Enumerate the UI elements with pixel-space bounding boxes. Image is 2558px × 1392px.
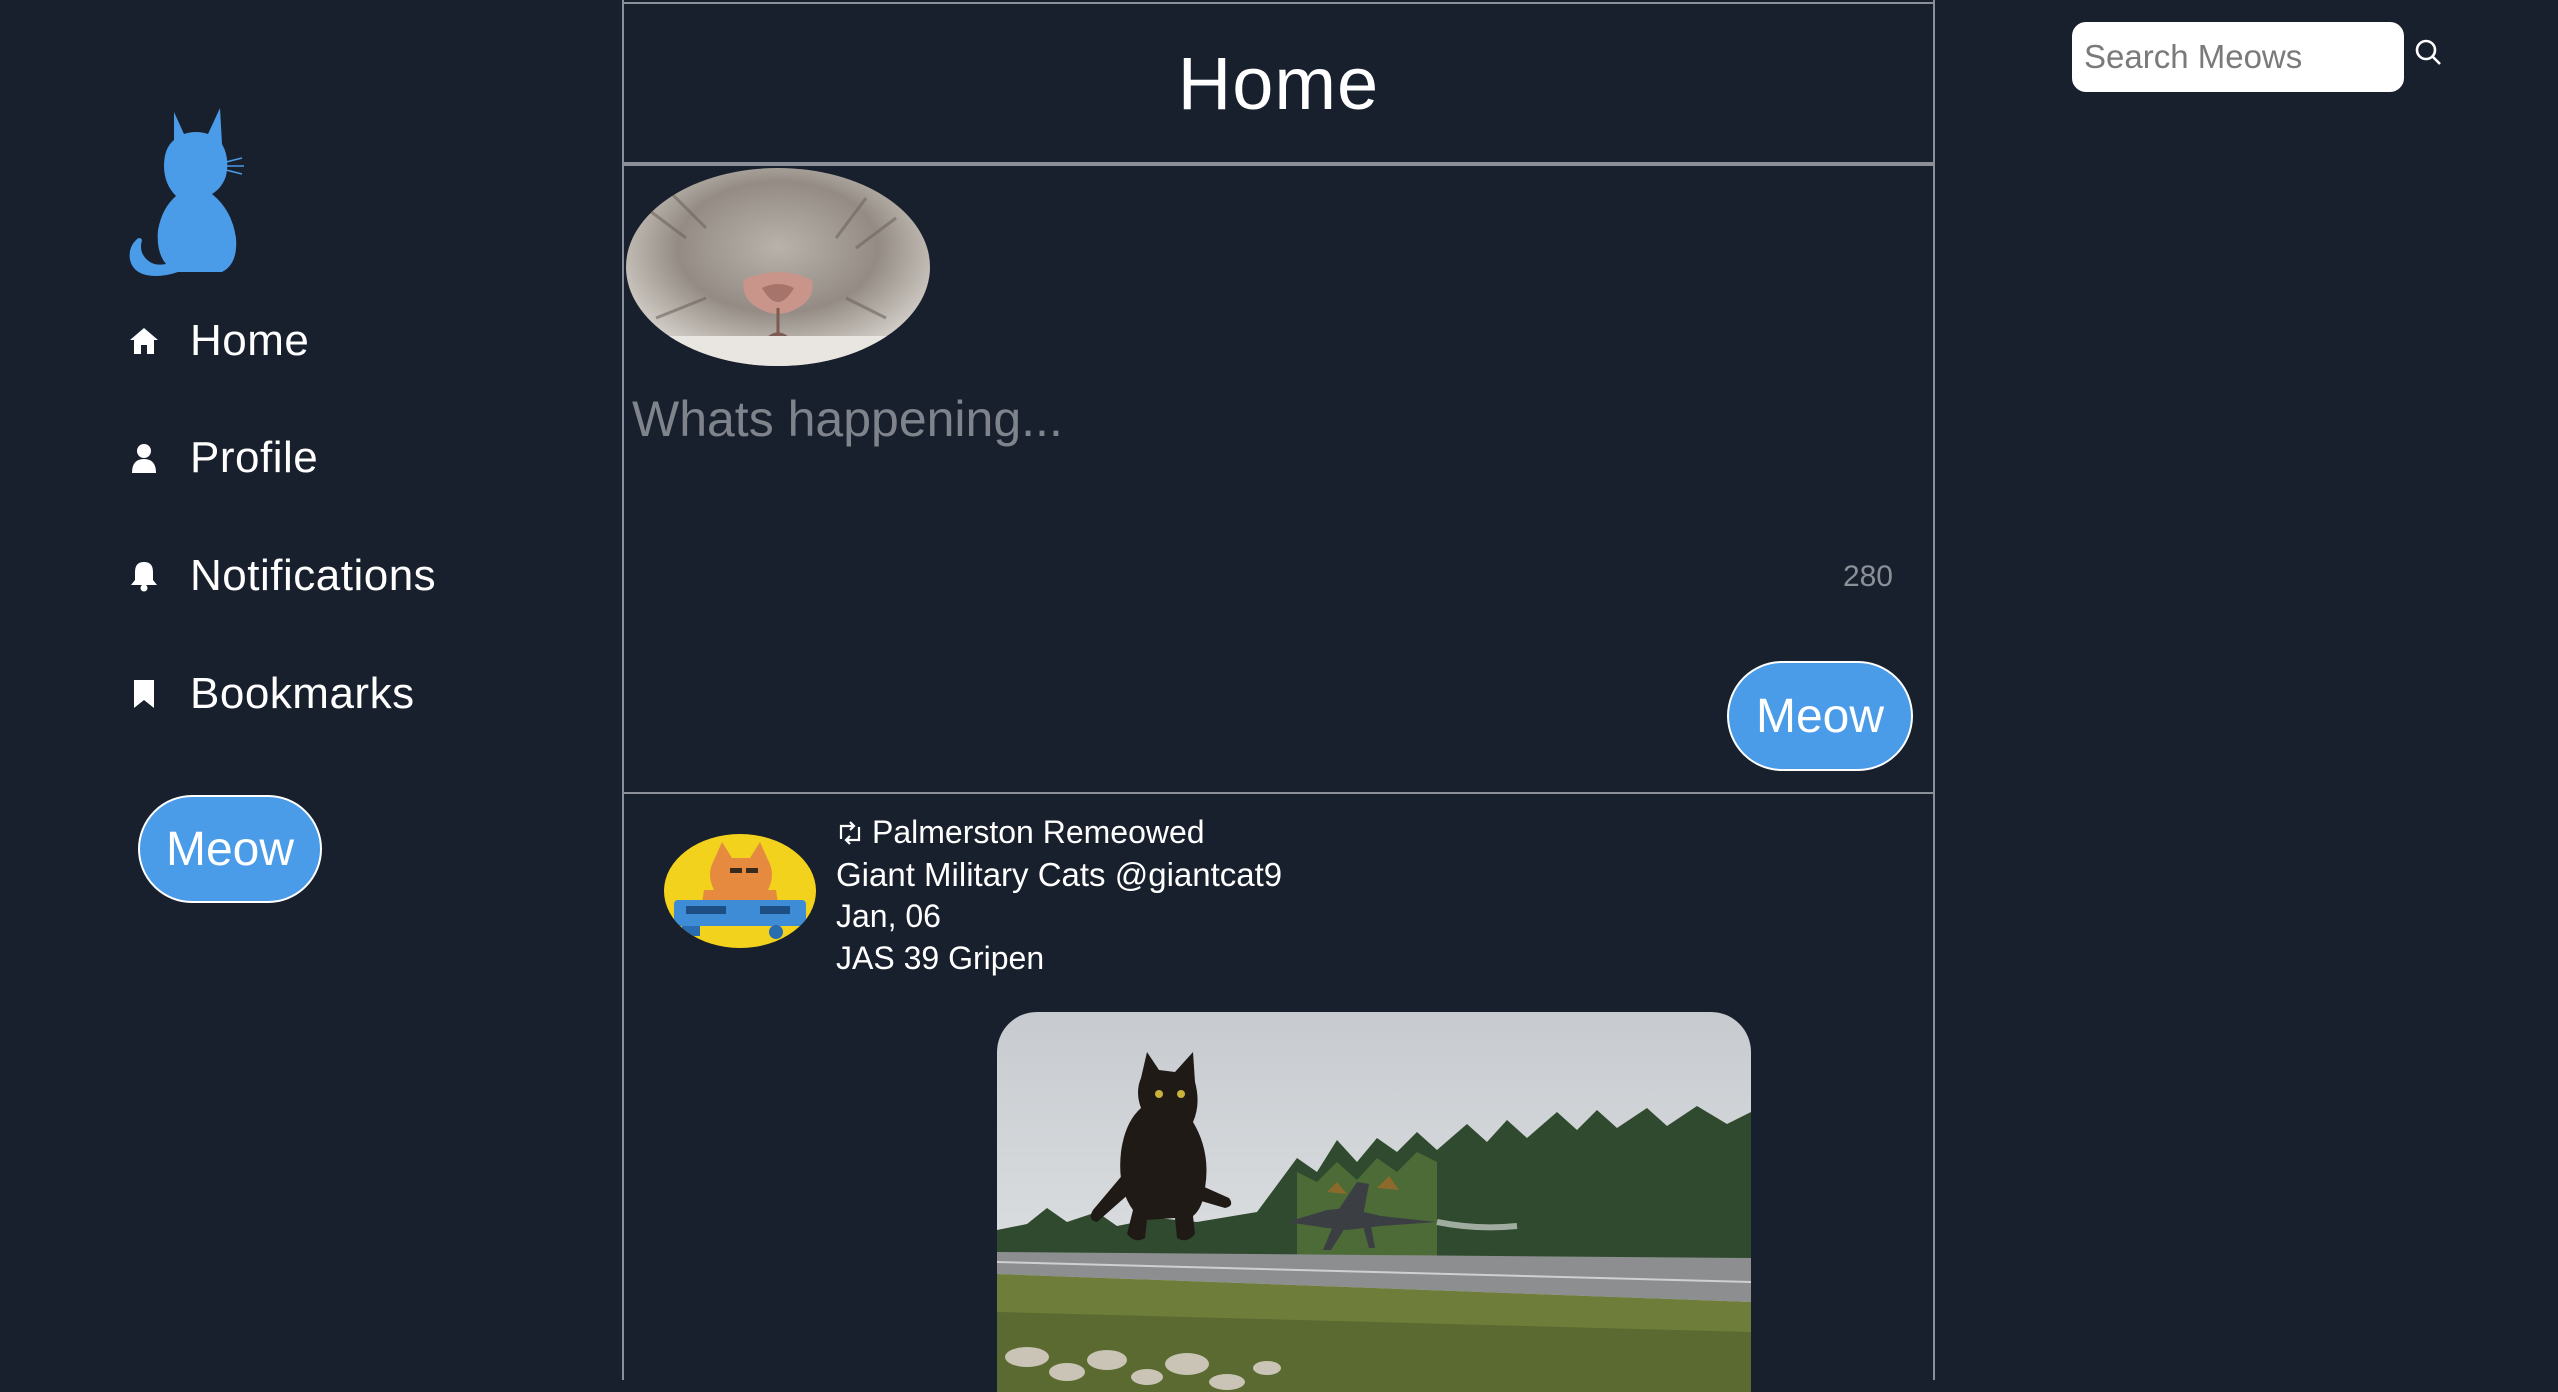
search-bar (2072, 22, 2446, 92)
character-counter: 280 (1842, 560, 1893, 593)
feed: Home Whats happening... 280 Meow Palmers… (622, 0, 1935, 1392)
sidebar-meow-button[interactable]: Meow (138, 795, 322, 903)
sidebar: Home Profile Notifications Bookmarks Meo… (0, 0, 620, 1380)
sidebar-item-label: Notifications (190, 551, 437, 600)
post-date: Jan, 06 (836, 898, 941, 934)
remeow-indicator: Palmerston Remeowed (836, 814, 1205, 851)
post-image[interactable] (997, 1012, 1751, 1392)
cat-logo-icon[interactable] (126, 104, 246, 280)
sidebar-item-profile[interactable]: Profile (124, 423, 318, 493)
search-icon[interactable] (2410, 34, 2446, 70)
remeow-label: Palmerston Remeowed (872, 814, 1205, 850)
home-icon (124, 321, 164, 361)
feed-header: Home (624, 2, 1933, 166)
sidebar-item-home[interactable]: Home (124, 306, 309, 376)
page-title: Home (1177, 41, 1380, 125)
bell-icon (124, 556, 164, 596)
post-text: JAS 39 Gripen (836, 940, 1045, 976)
avatar[interactable] (664, 834, 816, 948)
post[interactable]: Palmerston Remeowed Giant Military Cats … (624, 794, 1933, 1392)
post-author[interactable]: Giant Military Cats @giantcat9 (836, 856, 1282, 894)
sidebar-item-bookmarks[interactable]: Bookmarks (124, 659, 415, 729)
user-icon (124, 438, 164, 478)
sidebar-item-notifications[interactable]: Notifications (124, 541, 436, 611)
meow-submit-button[interactable]: Meow (1727, 661, 1913, 771)
remeow-icon (836, 820, 864, 845)
avatar[interactable] (626, 168, 930, 366)
bookmark-icon (124, 674, 164, 714)
meow-composer: 280 Meow (624, 166, 1933, 794)
meow-text-input[interactable] (630, 388, 1910, 588)
sidebar-item-label: Bookmarks (190, 669, 415, 718)
search-input[interactable] (2072, 22, 2404, 92)
sidebar-item-label: Profile (190, 433, 319, 482)
sidebar-item-label: Home (190, 316, 310, 365)
